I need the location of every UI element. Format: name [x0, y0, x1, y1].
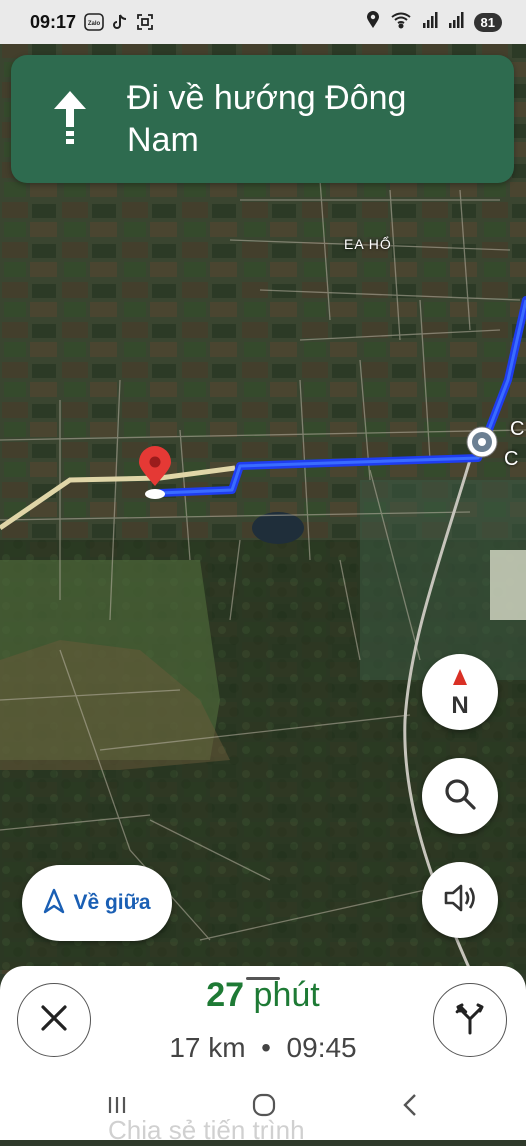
- eta-duration-unit: phút: [253, 976, 320, 1014]
- tiktok-icon: [112, 13, 128, 31]
- map-label-ea-ho: EA HỔ: [344, 236, 392, 252]
- compass-label: N: [451, 692, 468, 717]
- map-label-destination-1: C: [510, 418, 525, 440]
- eta-arrival-time: 09:45: [286, 1032, 357, 1063]
- location-icon: [366, 10, 380, 34]
- eta-duration-value: 27: [206, 976, 245, 1014]
- signal-icon: [422, 11, 438, 34]
- nav-instruction-text: Đi về hướng Đông Nam: [127, 79, 407, 159]
- recenter-button[interactable]: Về giữa: [22, 865, 172, 941]
- eta-distance: 17 km: [169, 1032, 246, 1063]
- alternate-routes-button[interactable]: [433, 983, 507, 1057]
- battery-indicator: 81: [473, 12, 502, 32]
- sound-button[interactable]: [422, 862, 498, 938]
- route-fork-icon: [453, 1001, 487, 1040]
- eta-separator: •: [261, 1032, 271, 1063]
- status-bar: 09:17 Zalo 81: [0, 0, 526, 44]
- search-icon: [442, 776, 478, 817]
- compass-button[interactable]: N: [422, 654, 498, 730]
- recents-icon[interactable]: [106, 1094, 128, 1121]
- recenter-label: Về giữa: [73, 891, 151, 914]
- scan-icon: [136, 13, 154, 31]
- nav-instruction-banner[interactable]: Đi về hướng Đông Nam: [11, 55, 514, 183]
- zalo-badge-text: Zalo: [88, 21, 101, 27]
- system-navigation-bar: [0, 1080, 526, 1130]
- destination-marker[interactable]: [466, 426, 498, 458]
- map-label-destination-2: C: [504, 448, 519, 470]
- wifi-icon: [390, 11, 412, 34]
- status-time: 09:17: [30, 11, 77, 32]
- signal-icon: [448, 11, 464, 34]
- volume-icon: [442, 880, 478, 921]
- back-icon[interactable]: [400, 1093, 420, 1122]
- search-button[interactable]: [422, 758, 498, 834]
- navigation-arrow-icon: [43, 888, 65, 919]
- zalo-icon: Zalo: [84, 13, 104, 31]
- home-icon[interactable]: [252, 1093, 276, 1122]
- arrow-up-icon: [37, 89, 103, 149]
